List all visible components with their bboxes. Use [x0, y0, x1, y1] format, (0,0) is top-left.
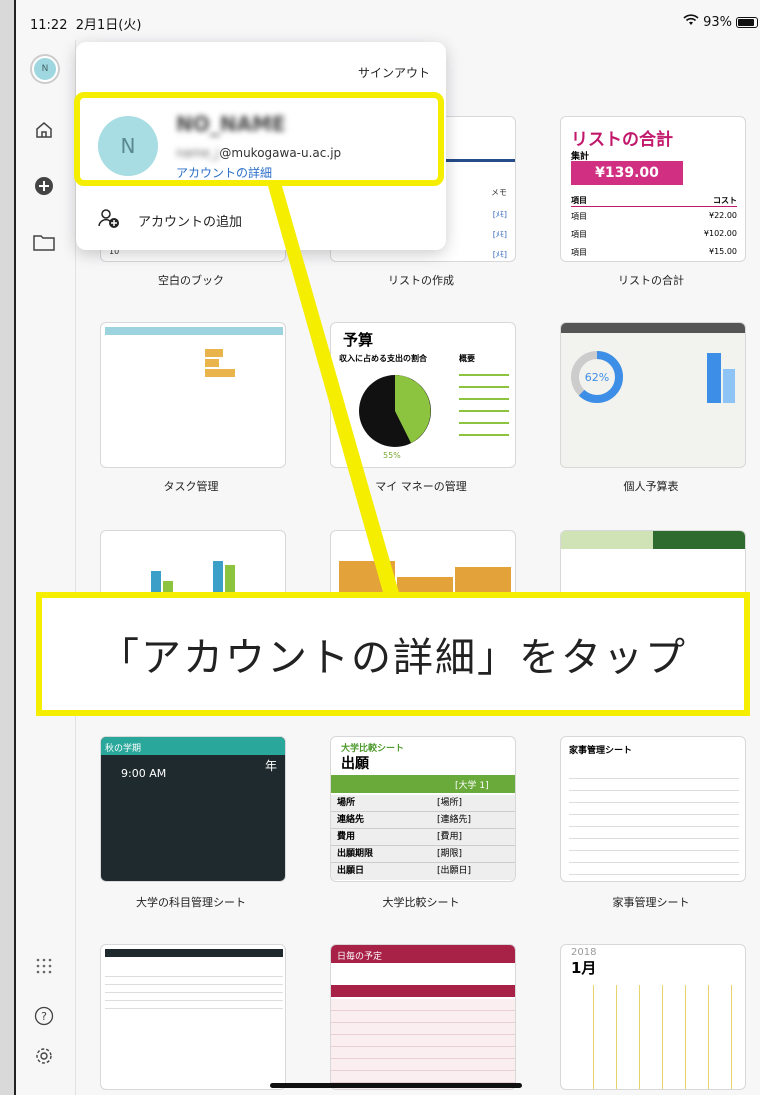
col-header: 項目	[571, 196, 587, 205]
row-cell: ¥15.00	[709, 247, 737, 256]
svg-text:62%: 62%	[585, 371, 609, 384]
row-cell: 項目	[571, 212, 587, 221]
row-cell: 費用	[337, 832, 356, 842]
row-cell: ¥102.00	[703, 229, 737, 238]
tile-label: リストの合計	[618, 274, 684, 287]
memo-header: メモ	[491, 188, 507, 197]
tile-label: タスク管理	[163, 480, 219, 493]
thumb-sub: 収入に占める支出の割合	[339, 354, 427, 363]
settings-gear-icon[interactable]	[30, 1042, 58, 1070]
col-header: [大学 1]	[331, 775, 515, 793]
account-email: name_j@mukogawa-u.ac.jp	[176, 146, 342, 160]
add-account-label: アカウントの追加	[138, 214, 243, 230]
template-tile-calendar[interactable]: 2018 1月	[560, 944, 746, 1090]
memo-cell: [ﾒﾓ]	[492, 230, 507, 239]
thumb-sub: 概要	[459, 354, 475, 363]
pie-label: 55%	[383, 451, 401, 460]
row-cell: 場所	[337, 798, 356, 808]
thumb-amount: ¥139.00	[571, 161, 683, 185]
row-cell: [出願日]	[437, 866, 472, 876]
row-cell: 連絡先	[337, 815, 365, 825]
tile-label: 大学比較シート	[382, 896, 460, 909]
sidebar: N ?	[16, 40, 76, 1095]
account-details-link[interactable]: アカウントの詳細	[176, 164, 272, 181]
template-tile-chores[interactable]: 家事管理シート	[560, 736, 746, 882]
thumb-sub: 出願	[341, 756, 369, 772]
account-avatar: N	[98, 116, 158, 176]
status-right: 93%	[683, 14, 758, 30]
thumb-title: 秋の学期	[101, 737, 285, 755]
tile-label: マイ マネーの管理	[375, 480, 467, 493]
template-tile-subject[interactable]: 秋の学期 9:00 AM 年	[100, 736, 286, 882]
row-cell: [場所]	[437, 798, 463, 808]
row-cell: [連絡先]	[437, 815, 472, 825]
thumb-time: 9:00 AM	[121, 767, 167, 780]
tile-label: 大学の科目管理シート	[136, 896, 246, 909]
signout-button[interactable]: サインアウト	[358, 64, 430, 81]
help-icon[interactable]: ?	[30, 1002, 58, 1030]
template-tile-money[interactable]: 予算 収入に占める支出の割合 概要 55%	[330, 322, 516, 468]
row-cell: [費用]	[437, 832, 463, 842]
row-cell: 出願期限	[337, 849, 374, 859]
thumb-title: リストの合計	[571, 130, 673, 150]
callout-text: 「アカウントの詳細」をタップ	[99, 635, 687, 681]
thumb-title: 1月	[571, 959, 597, 977]
home-indicator	[270, 1083, 522, 1088]
row-cell: 項目	[571, 248, 587, 257]
new-file-icon[interactable]	[30, 172, 58, 200]
row-cell: 出願日	[337, 866, 365, 876]
wifi-icon	[683, 14, 699, 30]
account-details-highlight[interactable]: N NO_NAME name_j@mukogawa-u.ac.jp アカウントの…	[74, 92, 444, 186]
folder-icon[interactable]	[30, 228, 58, 256]
instruction-callout: 「アカウントの詳細」をタップ	[36, 592, 750, 716]
col-header: コスト	[713, 196, 737, 205]
add-account-button[interactable]: アカウントの追加	[98, 208, 242, 232]
status-bar: 11:22 2月1日(火) 93%	[16, 0, 760, 40]
tile-label: 個人予算表	[623, 480, 679, 493]
template-tile-personal-budget[interactable]: 62%	[560, 322, 746, 468]
thumb-year: 年	[264, 759, 277, 773]
template-tile-class-schedule[interactable]	[100, 944, 286, 1090]
row-cell: 項目	[571, 230, 587, 239]
memo-cell: [ﾒﾓ]	[492, 210, 507, 219]
device-screen: 11:22 2月1日(火) 93% N ? 10 空白のブック メモ [ﾒﾓ] …	[14, 0, 760, 1095]
home-icon[interactable]	[30, 116, 58, 144]
donut-chart: 62%	[571, 351, 623, 403]
template-tile-daily-schedule[interactable]: 日毎の予定	[330, 944, 516, 1090]
battery-percent: 93%	[703, 14, 732, 30]
row-cell: ¥22.00	[709, 211, 737, 220]
thumb-title: 家事管理シート	[569, 746, 633, 756]
tile-label: リストの作成	[388, 274, 454, 287]
template-tile-list-total[interactable]: リストの合計 集計 ¥139.00 項目 コスト 項目 ¥22.00 項目 ¥102.…	[560, 116, 746, 262]
template-tile-university-compare[interactable]: 大学比較シート 出願 [大学 1] 場所 [場所] 連絡先 [連絡先] 費用 [費用]…	[330, 736, 516, 882]
tile-label: 空白のブック	[158, 274, 224, 287]
apps-grid-icon[interactable]	[30, 952, 58, 980]
tile-label: 家事管理シート	[612, 896, 690, 909]
pie-chart	[359, 375, 431, 447]
row-cell: [期限]	[437, 849, 463, 859]
template-tile-task[interactable]	[100, 322, 286, 468]
memo-cell: [ﾒﾓ]	[492, 250, 507, 259]
svg-text:?: ?	[41, 1010, 47, 1023]
account-avatar-button[interactable]: N	[32, 56, 58, 82]
thumb-title: 日毎の予定	[331, 945, 515, 963]
battery-icon	[736, 16, 758, 28]
status-time: 11:22 2月1日(火)	[30, 18, 142, 33]
thumb-title: 予算	[343, 331, 374, 349]
add-person-icon	[98, 208, 120, 232]
account-name: NO_NAME	[176, 112, 286, 136]
